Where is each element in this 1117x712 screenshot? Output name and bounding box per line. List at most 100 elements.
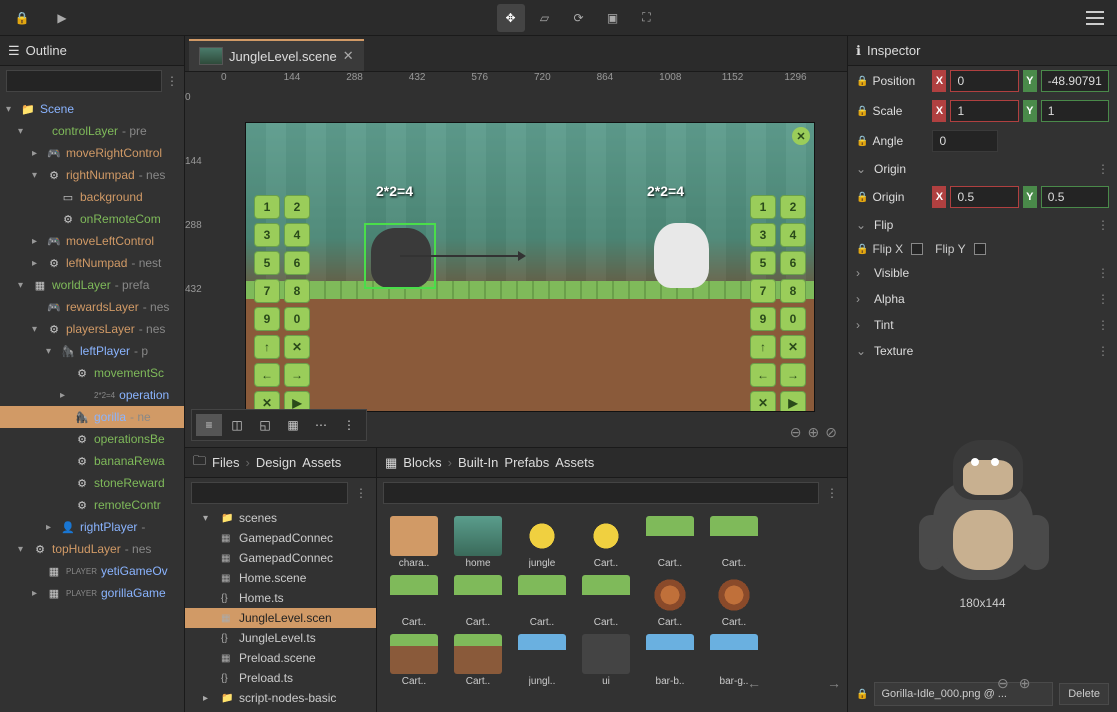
asset-tile[interactable]: Cart.. [641,575,699,628]
overflow-icon[interactable]: ⋮ [336,414,362,436]
blocks-search[interactable] [383,482,819,504]
outline-item[interactable]: ⚙onRemoteCom [0,208,184,230]
outline-item[interactable]: 🦍gorilla - ne [0,406,184,428]
lock-icon[interactable]: 🔒 [856,136,868,147]
blocks-zoom-out-icon[interactable]: ⊖ [997,675,1009,692]
crumb-assets2[interactable]: Assets [555,455,594,470]
numpad-key[interactable]: 0 [780,307,806,331]
file-item[interactable]: {}Home.ts [185,588,376,608]
position-x-input[interactable] [950,70,1018,92]
lock-icon[interactable]: 🔒 [856,244,868,255]
files-search[interactable] [191,482,348,504]
outline-item[interactable]: ▸🎮moveLeftControl [0,230,184,252]
asset-tile[interactable]: Cart.. [705,575,763,628]
play-icon[interactable]: ▶ [48,4,76,32]
select-tool-icon[interactable]: ▣ [599,4,627,32]
origin-y-input[interactable] [1041,186,1109,208]
zoom-out-icon[interactable]: ⊖ [790,424,802,441]
sync-tool-icon[interactable]: ⟳ [565,4,593,32]
file-item[interactable]: {}JungleLevel.ts [185,628,376,648]
numpad-key[interactable]: 2 [780,195,806,219]
file-item[interactable]: ▦JungleLevel.scen [185,608,376,628]
outline-item[interactable]: ▸👤rightPlayer - [0,516,184,538]
file-item[interactable]: ▦GamepadConnec [185,528,376,548]
crumb-blocks[interactable]: Blocks [403,455,441,470]
flipx-checkbox[interactable] [911,243,923,255]
asset-tile[interactable]: Cart.. [577,575,635,628]
section-menu-icon[interactable]: ⋮ [1097,292,1109,306]
outline-item[interactable]: ⚙movementSc [0,362,184,384]
texture-section[interactable]: ⌄Texture⋮ [848,338,1117,364]
asset-tile[interactable]: Cart.. [449,575,507,628]
numpad-key[interactable]: 3 [254,223,280,247]
fullscreen-tool-icon[interactable]: ⛶ [633,4,661,32]
numpad-key[interactable]: 8 [780,279,806,303]
outline-item[interactable]: ⚙bananaRewa [0,450,184,472]
files-menu-icon[interactable]: ⋮ [352,482,370,504]
yeti-sprite[interactable] [654,223,709,288]
zoom-in-icon[interactable]: ⊕ [808,424,820,441]
origin-x-input[interactable] [950,186,1018,208]
game-canvas[interactable]: ✕ 2*2=4 2*2=4 1234567890↑✕←→✕▶ 123456789… [245,122,815,412]
flip-section[interactable]: ⌄Flip⋮ [848,212,1117,238]
numpad-key[interactable]: ↑ [254,335,280,359]
scene-root[interactable]: ▾📁 Scene [0,98,184,120]
asset-tile[interactable]: Cart.. [385,575,443,628]
crop-tool-icon[interactable]: ▱ [531,4,559,32]
numpad-key[interactable]: 4 [284,223,310,247]
file-item[interactable]: ▾📁scenes [185,508,376,528]
menu-icon[interactable] [1081,4,1109,32]
section-menu-icon[interactable]: ⋮ [1097,344,1109,358]
outline-item[interactable]: ⚙remoteContr [0,494,184,516]
flipy-checkbox[interactable] [974,243,986,255]
grid-icon[interactable]: ▦ [280,414,306,436]
lock-icon[interactable]: 🔒 [856,192,868,203]
section-menu-icon[interactable]: ⋮ [1097,218,1109,232]
crumb-builtin[interactable]: Built-In [458,455,498,470]
blocks-menu-icon[interactable]: ⋮ [823,482,841,504]
asset-tile[interactable]: jungl.. [513,634,571,687]
numpad-key[interactable]: ✕ [284,335,310,359]
section-menu-icon[interactable]: ⋮ [1097,162,1109,176]
outline-item[interactable]: ▾▦worldLayer - prefa [0,274,184,296]
numpad-key[interactable]: 6 [284,251,310,275]
scene-viewport[interactable]: 0144288432576720864100811521296 01442884… [185,72,847,447]
numpad-key[interactable]: 7 [254,279,280,303]
numpad-key[interactable]: 9 [254,307,280,331]
asset-tile[interactable]: Cart.. [449,634,507,687]
file-item[interactable]: ▦Preload.scene [185,648,376,668]
section-menu-icon[interactable]: ⋮ [1097,266,1109,280]
numpad-key[interactable]: 0 [284,307,310,331]
asset-tile[interactable]: Cart.. [513,575,571,628]
move-gizmo[interactable] [400,255,520,257]
numpad-key[interactable]: ✕ [750,391,776,412]
numpad-key[interactable]: 7 [750,279,776,303]
numpad-key[interactable]: 2 [284,195,310,219]
nav-prev-icon[interactable]: ← [747,675,761,692]
asset-tile[interactable]: Cart.. [705,516,763,569]
section-menu-icon[interactable]: ⋮ [1097,318,1109,332]
blocks-zoom-in-icon[interactable]: ⊕ [1019,675,1031,692]
outline-item[interactable]: ▭background [0,186,184,208]
visible-section[interactable]: ›Visible⋮ [848,260,1117,286]
nav-next-icon[interactable]: → [827,675,841,692]
panel-icon[interactable]: ◱ [252,414,278,436]
numpad-key[interactable]: → [780,363,806,387]
numpad-key[interactable]: 9 [750,307,776,331]
crumb-files[interactable]: Files [212,455,239,470]
numpad-key[interactable]: 5 [254,251,280,275]
numpad-key[interactable]: → [284,363,310,387]
numpad-key[interactable]: ▶ [780,391,806,412]
numpad-key[interactable]: 1 [254,195,280,219]
asset-tile[interactable]: jungle [513,516,571,569]
more-icon[interactable]: ⋯ [308,414,334,436]
asset-tile[interactable]: Cart.. [385,634,443,687]
move-tool-icon[interactable]: ✥ [497,4,525,32]
asset-tile[interactable]: ui [577,634,635,687]
tint-section[interactable]: ›Tint⋮ [848,312,1117,338]
outline-menu-icon[interactable]: ⋮ [166,70,178,92]
file-item[interactable]: ▸📁script-nodes-basic [185,688,376,708]
numpad-key[interactable]: 3 [750,223,776,247]
file-item[interactable]: {}Preload.ts [185,668,376,688]
outline-item[interactable]: ⚙stoneReward [0,472,184,494]
